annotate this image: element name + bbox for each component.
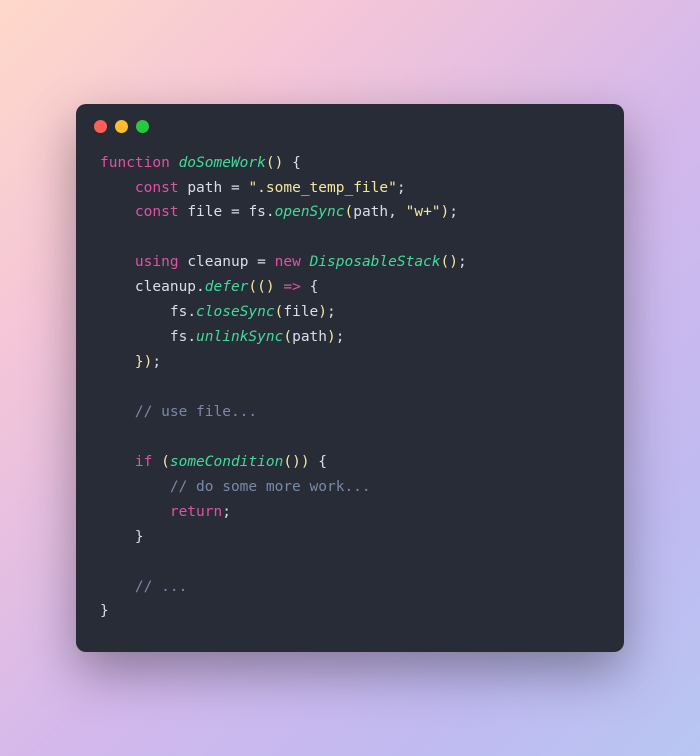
code-line: } [100, 603, 109, 619]
close-icon[interactable] [94, 120, 107, 133]
code-line: cleanup.defer(() => { [100, 279, 318, 295]
code-line: function doSomeWork() { [100, 155, 301, 171]
code-line: using cleanup = new DisposableStack(); [100, 254, 467, 270]
code-line: if (someCondition()) { [100, 454, 327, 470]
code-block: function doSomeWork() { const path = ".s… [76, 141, 624, 653]
window-titlebar [76, 104, 624, 141]
code-line: }); [100, 354, 161, 370]
code-line: // ... [100, 579, 187, 595]
code-line: // use file... [100, 404, 257, 420]
code-line: fs.unlinkSync(path); [100, 329, 344, 345]
code-line: // do some more work... [100, 479, 371, 495]
code-line: const path = ".some_temp_file"; [100, 180, 406, 196]
code-line: return; [100, 504, 231, 520]
code-window: function doSomeWork() { const path = ".s… [76, 104, 624, 653]
code-line: const file = fs.openSync(path, "w+"); [100, 204, 458, 220]
minimize-icon[interactable] [115, 120, 128, 133]
maximize-icon[interactable] [136, 120, 149, 133]
code-line: } [100, 529, 144, 545]
code-line: fs.closeSync(file); [100, 304, 336, 320]
